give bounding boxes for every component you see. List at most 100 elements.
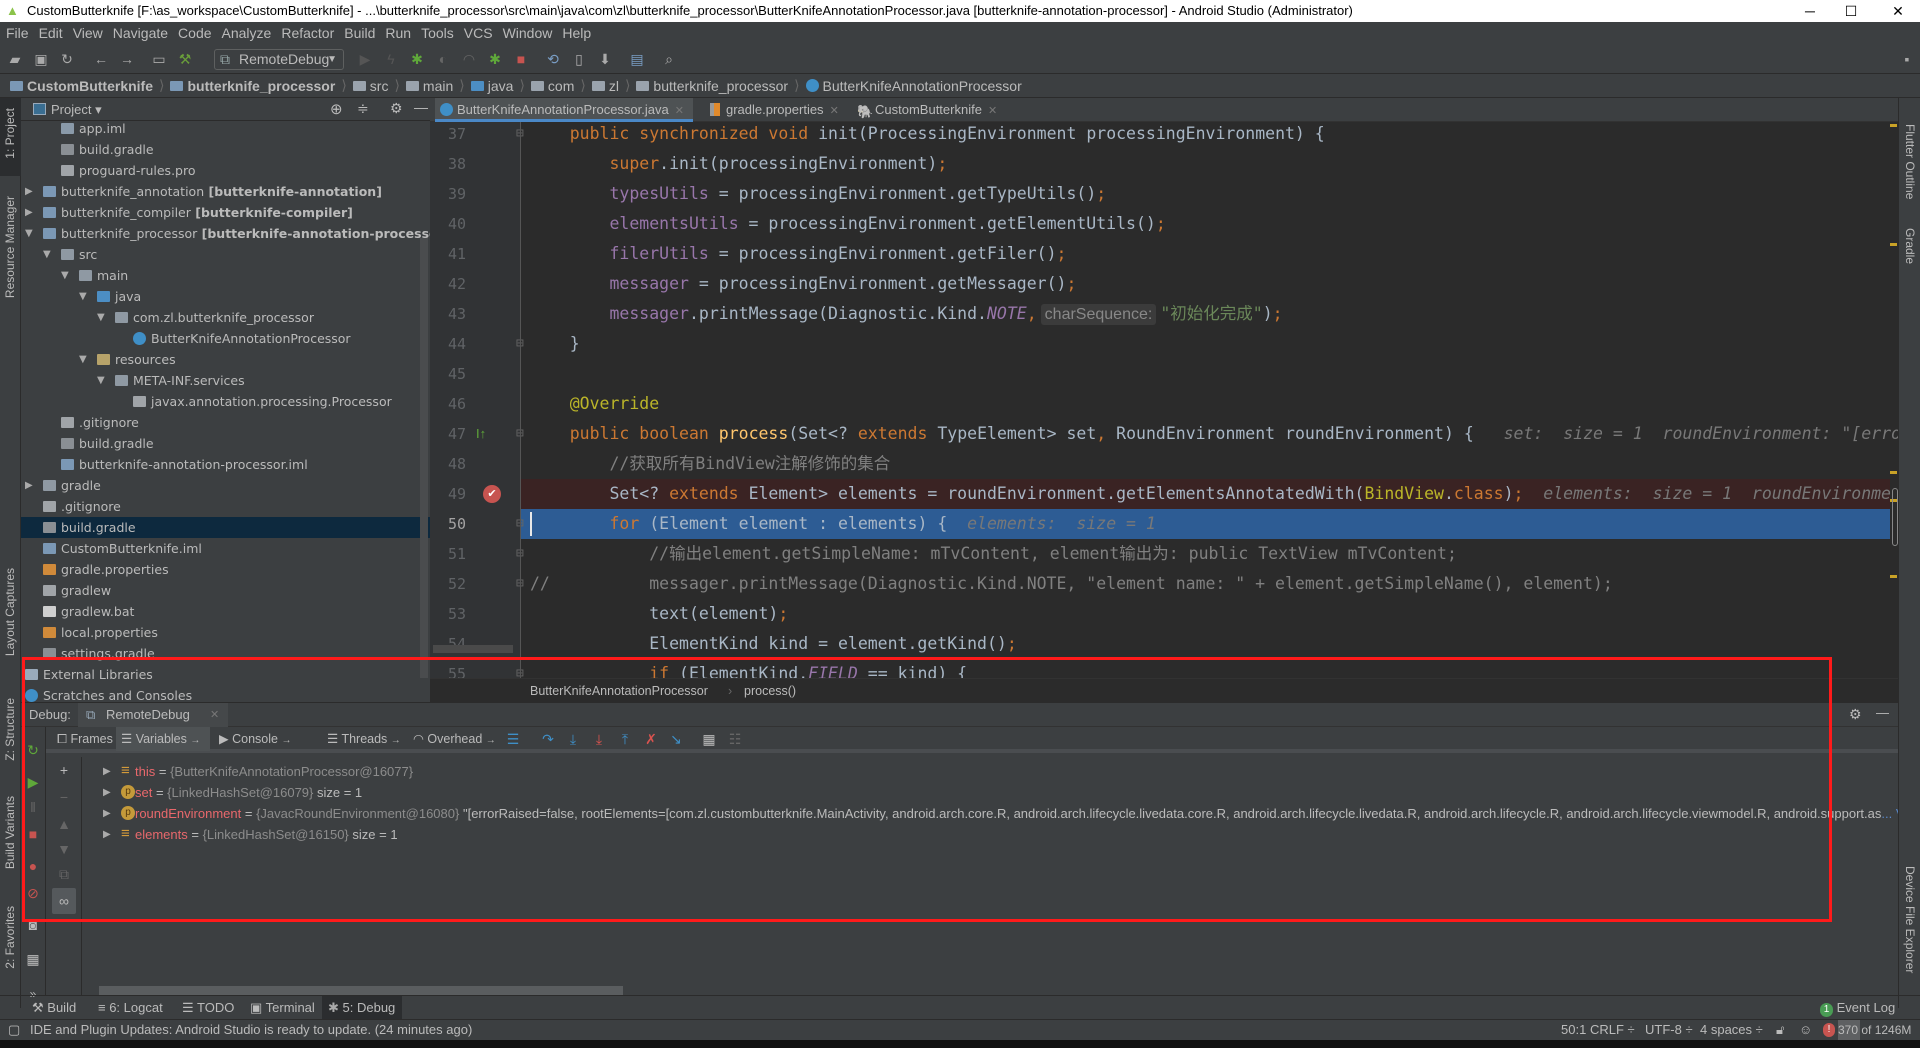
- layout-icon[interactable]: ▦: [24, 950, 42, 968]
- evaluate-expression-icon[interactable]: ▦: [700, 730, 718, 748]
- editor-hscrollbar[interactable]: [433, 645, 513, 653]
- code-line[interactable]: 54 ElementKind kind = element.getKind();: [430, 629, 1890, 659]
- expand-arrow-icon[interactable]: ▶: [25, 202, 35, 223]
- menu-navigate[interactable]: Navigate: [113, 25, 168, 41]
- show-execution-point-icon[interactable]: ☰: [504, 730, 522, 748]
- tree-item[interactable]: build.gradle: [21, 517, 430, 538]
- tree-item[interactable]: build.gradle: [21, 139, 430, 160]
- tree-item[interactable]: gradlew.bat: [21, 601, 430, 622]
- menu-tools[interactable]: Tools: [421, 25, 454, 41]
- coverage-icon[interactable]: ◐: [434, 51, 452, 67]
- tree-item[interactable]: local.properties: [21, 622, 430, 643]
- stripe-favorites[interactable]: 2: Favorites: [3, 906, 17, 969]
- tool-windows-icon[interactable]: ▢: [8, 1020, 20, 1040]
- expand-arrow-icon[interactable]: ▶: [103, 824, 111, 845]
- variables-hscrollbar[interactable]: [99, 986, 623, 995]
- expand-arrow-icon[interactable]: ▼: [25, 223, 35, 244]
- camera-icon[interactable]: ◙: [24, 916, 42, 934]
- lock-icon[interactable]: 🔓︎: [1776, 1020, 1784, 1040]
- tree-item[interactable]: ▼ com.zl.butterknife_processor: [21, 307, 430, 328]
- crumb-com[interactable]: com: [530, 78, 574, 94]
- close-tab-icon[interactable]: ✕: [830, 105, 839, 117]
- caret-position[interactable]: 50:1: [1561, 1020, 1586, 1040]
- profile-icon[interactable]: ◠: [460, 51, 478, 67]
- stripe-resource-manager[interactable]: Resource Manager: [3, 196, 17, 298]
- duplicate-watch-icon[interactable]: ⧉: [55, 865, 73, 883]
- expand-arrow-icon[interactable]: ▶: [103, 761, 111, 782]
- close-tab-icon[interactable]: ✕: [988, 105, 997, 117]
- tree-item[interactable]: app.iml: [21, 118, 430, 139]
- stripe-build-variants[interactable]: Build Variants: [3, 796, 17, 869]
- code-line[interactable]: 53 text(element);: [430, 599, 1890, 629]
- tree-item[interactable]: ▶External Libraries: [21, 664, 430, 685]
- code-line[interactable]: 43 messager.printMessage(Diagnostic.Kind…: [430, 299, 1890, 329]
- save-icon[interactable]: ▣: [32, 51, 50, 67]
- code-line[interactable]: 38 super.init(processingEnvironment);: [430, 149, 1890, 179]
- menu-help[interactable]: Help: [562, 25, 591, 41]
- step-into-icon[interactable]: ⤓: [564, 730, 582, 748]
- breakpoint-icon[interactable]: ✔: [483, 485, 501, 503]
- menu-edit[interactable]: Edit: [39, 25, 63, 41]
- code-line[interactable]: 50⊟ for (Element element : elements) { e…: [430, 509, 1890, 539]
- tree-item[interactable]: proguard-rules.pro: [21, 160, 430, 181]
- editor-vscrollbar[interactable]: [1892, 488, 1898, 546]
- tree-item[interactable]: ▼ main: [21, 265, 430, 286]
- drop-frame-icon[interactable]: ✗: [642, 730, 660, 748]
- expand-arrow-icon[interactable]: ▶: [103, 803, 111, 824]
- locate-icon[interactable]: ⊕: [330, 100, 343, 118]
- error-stripe-marker[interactable]: [1890, 575, 1897, 578]
- stripe-flutter-outline[interactable]: Flutter Outline: [1903, 124, 1917, 199]
- code-line[interactable]: 47I↑⊟ public boolean process(Set<? exten…: [430, 419, 1898, 449]
- make-hammer-icon[interactable]: ⚒: [176, 51, 194, 67]
- tab-remote-debug-session[interactable]: ⧉ RemoteDebug ✕: [78, 703, 228, 727]
- tree-item[interactable]: butterknife-annotation-processor.iml: [21, 454, 430, 475]
- tab-threads[interactable]: ☰ Threads →: [322, 727, 406, 751]
- remove-watch-icon[interactable]: −: [55, 788, 73, 806]
- sdk-manager-icon[interactable]: ⬇: [596, 51, 614, 67]
- expand-arrow-icon[interactable]: ▶: [103, 782, 111, 803]
- override-gutter-icon[interactable]: I↑: [476, 419, 486, 449]
- stripe-gradle[interactable]: Gradle: [1903, 228, 1917, 264]
- stripe-layout-captures[interactable]: Layout Captures: [3, 568, 17, 656]
- status-message[interactable]: IDE and Plugin Updates: Android Studio i…: [30, 1020, 472, 1040]
- maximize-button[interactable]: ☐: [1831, 0, 1871, 22]
- code-line[interactable]: 39 typesUtils = processingEnvironment.ge…: [430, 179, 1890, 209]
- expand-arrow-icon[interactable]: ▶: [25, 181, 35, 202]
- menu-vcs[interactable]: VCS: [464, 25, 493, 41]
- tree-item[interactable]: ButterKnifeAnnotationProcessor: [21, 328, 430, 349]
- tool-tab-logcat[interactable]: ≡ 6: Logcat: [92, 996, 169, 1020]
- expand-arrow-icon[interactable]: ▼: [79, 349, 89, 370]
- tool-tab-terminal[interactable]: ▣ Terminal: [244, 996, 321, 1020]
- debug-icon[interactable]: ✱: [408, 51, 426, 67]
- project-structure-icon[interactable]: ▤: [628, 51, 646, 67]
- tree-item[interactable]: settings.gradle: [21, 643, 430, 664]
- code-line[interactable]: 37⊟ public synchronized void init(Proces…: [430, 119, 1890, 149]
- tree-item[interactable]: ▼ butterknife_processor [butterknife-anno…: [21, 223, 430, 244]
- menu-refactor[interactable]: Refactor: [281, 25, 334, 41]
- search-icon[interactable]: ⌕: [660, 51, 678, 67]
- memory-indicator[interactable]: 370 of 1246M: [1838, 1020, 1912, 1040]
- open-icon[interactable]: ▰: [6, 51, 24, 67]
- tab-console[interactable]: ▶ Console →: [214, 727, 296, 751]
- menu-run[interactable]: Run: [385, 25, 411, 41]
- event-log-button[interactable]: 1 Event Log: [1814, 996, 1901, 1020]
- tree-item[interactable]: ▶ gradle: [21, 475, 430, 496]
- expand-arrow-icon[interactable]: ▼: [43, 244, 53, 265]
- tool-tab-debug[interactable]: ✱ 5: Debug: [322, 996, 402, 1020]
- tab-frames[interactable]: ⧠ Frames: [52, 727, 118, 751]
- force-step-into-icon[interactable]: ⤓: [590, 730, 608, 748]
- tree-item[interactable]: .gitignore: [21, 496, 430, 517]
- stripe-device-file-explorer[interactable]: Device File Explorer: [1903, 866, 1917, 973]
- expand-arrow-icon[interactable]: ▼: [97, 307, 107, 328]
- variable-row[interactable]: ▶ ≡ elements = {LinkedHashSet@16150} size …: [83, 824, 1898, 845]
- tool-tab-build[interactable]: ⚒ Build: [26, 996, 82, 1020]
- close-session-icon[interactable]: ✕: [210, 708, 219, 721]
- code-line[interactable]: 45: [430, 359, 1890, 389]
- add-watch-icon[interactable]: +: [55, 761, 73, 779]
- code-line[interactable]: 46 @Override: [430, 389, 1890, 419]
- structure-icon[interactable]: ▭: [150, 51, 168, 67]
- variable-row[interactable]: ▶ p roundEnvironment = {JavacRoundEnvironm…: [83, 803, 1898, 824]
- move-down-icon[interactable]: ▼: [55, 840, 73, 858]
- error-icon[interactable]: !: [1823, 1023, 1835, 1037]
- menu-analyze[interactable]: Analyze: [222, 25, 272, 41]
